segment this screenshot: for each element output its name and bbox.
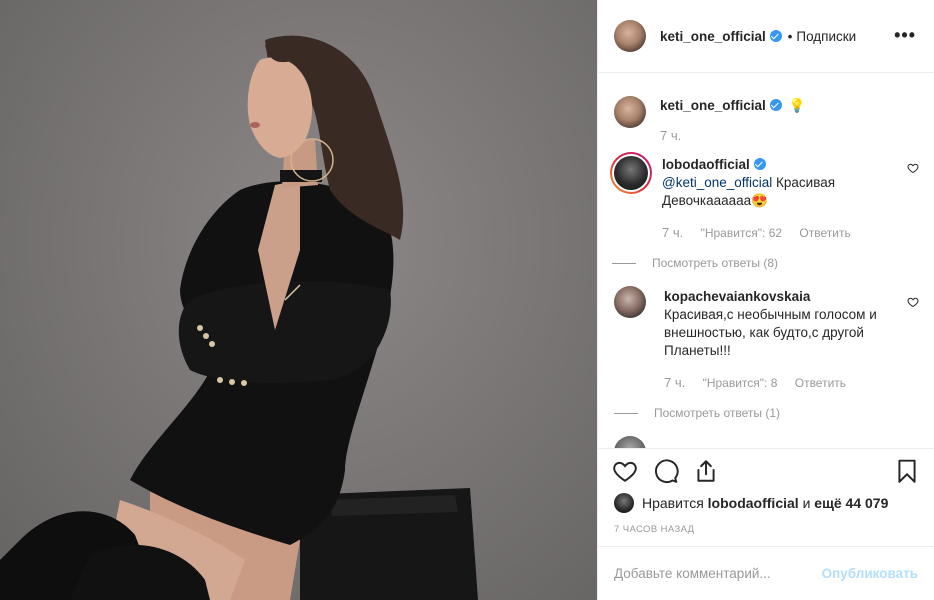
likes-summary: Нравится lobodaofficial и ещё 44 079 [614,493,888,513]
more-options-icon[interactable]: ••• [894,26,916,44]
view-replies-button[interactable]: Посмотреть ответы (8) [612,254,887,272]
comment-item: lobodaofficial @keti_one_official Красив… [610,152,919,272]
author-avatar[interactable] [614,96,646,128]
reply-button[interactable]: Ответить [795,376,846,390]
commenter-avatar [614,156,648,190]
caption-text: 💡 [788,98,806,113]
comments-list[interactable]: keti_one_official 💡 7 ч. lobodaofficial … [598,74,934,448]
caption: keti_one_official 💡 7 ч. [614,96,919,145]
post-side-panel: keti_one_official • Подписки ••• keti_on… [597,0,934,600]
likes-count-button[interactable]: ещё 44 079 [814,495,888,511]
verified-badge-icon [769,30,782,42]
caption-time[interactable]: 7 ч. [660,128,681,143]
replies-divider [612,262,636,264]
post-header: keti_one_official • Подписки ••• [598,0,934,73]
post-photo[interactable] [0,0,597,600]
view-replies-label: Посмотреть ответы (8) [652,256,779,270]
author-username[interactable]: keti_one_official [660,29,766,44]
post-photo-illustration [0,35,478,600]
replies-divider [614,412,638,414]
reply-button[interactable]: Ответить [799,226,850,240]
comment-time[interactable]: 7 ч. [662,225,683,240]
comment-likes-count[interactable]: "Нравится": 62 [701,226,783,240]
comment-like-heart-icon[interactable] [907,162,919,174]
comment-icon[interactable] [653,458,679,484]
publish-button[interactable]: Опубликовать [822,566,918,581]
liker-username[interactable]: lobodaofficial [708,495,799,511]
view-replies-button[interactable]: Посмотреть ответы (1) [614,404,889,422]
comment-mention[interactable]: @keti_one_official [662,175,772,190]
commenter-avatar[interactable] [614,286,646,318]
comment-input[interactable]: Добавьте комментарий... [614,566,822,581]
bookmark-icon[interactable] [894,458,920,484]
following-button[interactable]: Подписки [796,29,856,44]
liker-avatar[interactable] [614,493,634,513]
likes-connector: и [802,495,811,511]
caption-username[interactable]: keti_one_official [660,98,766,113]
add-comment-bar: Добавьте комментарий... Опубликовать [598,546,934,600]
commenter-avatar-story-ring[interactable] [610,152,652,194]
post-actions: Нравится lobodaofficial и ещё 44 079 7 Ч… [598,448,934,546]
author-avatar[interactable] [614,20,646,52]
comment-like-heart-icon[interactable] [907,296,919,308]
likes-prefix: Нравится [642,495,704,511]
post-timestamp[interactable]: 7 ЧАСОВ НАЗАД [614,524,695,535]
comment-time[interactable]: 7 ч. [664,375,685,390]
commenter-username[interactable]: kopachevaiankovskaia [664,289,810,304]
verified-badge-icon [753,158,766,170]
share-icon[interactable] [693,458,719,484]
verified-badge-icon [769,99,782,111]
view-replies-label: Посмотреть ответы (1) [654,406,781,420]
comment-text: Красивая,с необычным голосом и внешность… [664,307,877,358]
comment-likes-count[interactable]: "Нравится": 8 [703,376,778,390]
separator-dot: • [787,28,793,44]
heart-icon[interactable] [612,458,638,484]
commenter-avatar-partial[interactable] [614,436,646,448]
comment-item: kopachevaiankovskaia Красивая,с необычны… [614,286,919,422]
commenter-username[interactable]: lobodaofficial [662,157,750,172]
